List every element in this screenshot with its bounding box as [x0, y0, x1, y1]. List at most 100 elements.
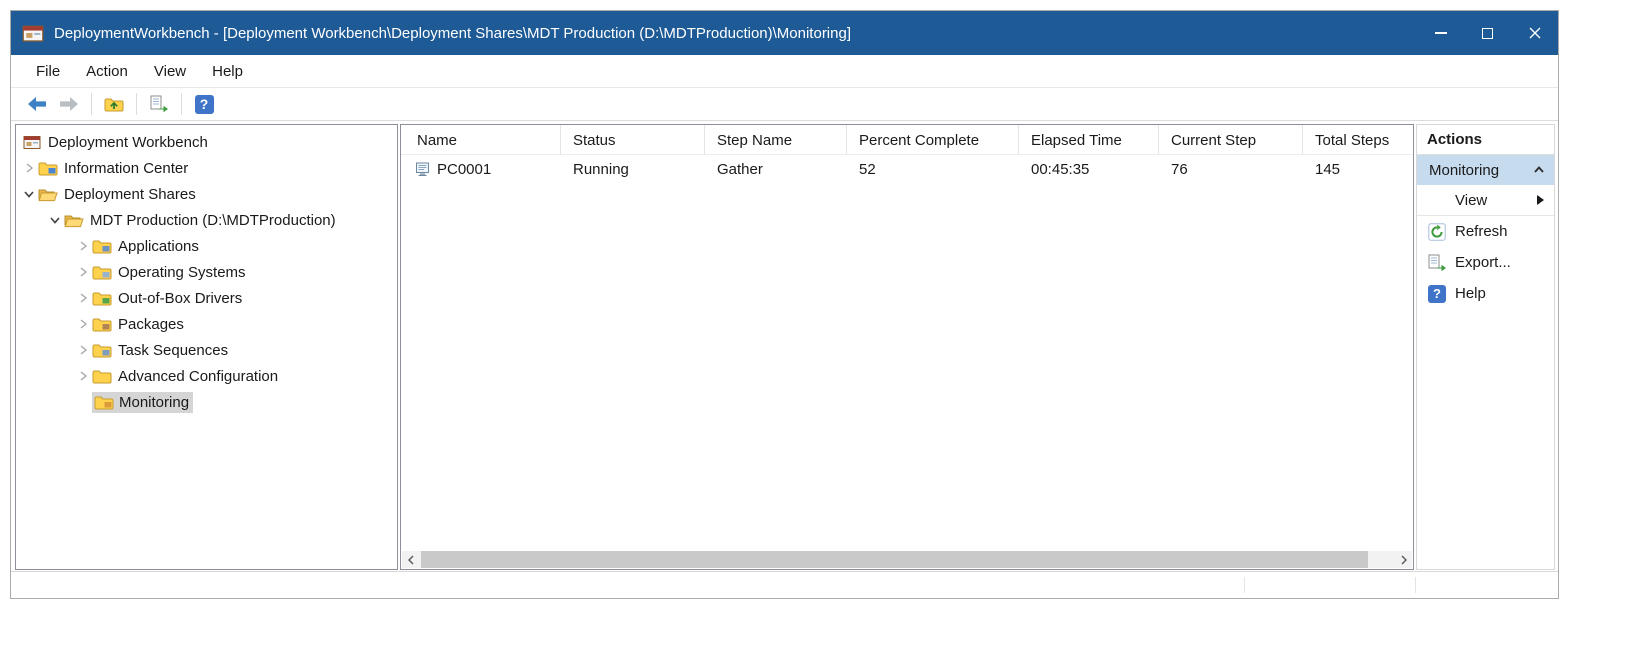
tree-item-monitoring[interactable]: Monitoring: [16, 389, 397, 415]
cell-total-steps: 145: [1303, 161, 1413, 178]
forward-icon: [60, 97, 78, 111]
scrollbar-thumb[interactable]: [421, 551, 1368, 568]
expand-chevron-icon[interactable]: [74, 263, 92, 281]
close-icon: [1529, 27, 1541, 39]
cell-elapsed-time: 00:45:35: [1019, 161, 1159, 178]
list-row-pc0001[interactable]: PC0001 Running Gather 52 00:45:35 76 145: [401, 155, 1413, 183]
tree-item-applications[interactable]: Applications: [16, 233, 397, 259]
action-label: Export...: [1455, 254, 1511, 271]
scroll-right-button[interactable]: [1395, 551, 1412, 568]
expand-chevron-icon[interactable]: [74, 367, 92, 385]
tree-item-label: Advanced Configuration: [118, 368, 278, 385]
scroll-right-icon: [1400, 555, 1408, 565]
menu-view[interactable]: View: [141, 55, 199, 87]
status-bar-divider: [1244, 577, 1245, 593]
cell-step-name: Gather: [705, 161, 847, 178]
collapse-chevron-icon[interactable]: [46, 211, 64, 229]
up-folder-icon: [104, 96, 124, 112]
tree-item-mdt-production[interactable]: MDT Production (D:\MDTProduction): [16, 207, 397, 233]
help-button[interactable]: [190, 91, 218, 118]
folder-icon: [92, 342, 112, 358]
tree-item-packages[interactable]: Packages: [16, 311, 397, 337]
folder-icon: [38, 160, 58, 176]
tree-item-label: Applications: [118, 238, 199, 255]
actions-pane-title: Actions: [1417, 125, 1554, 155]
folder-icon: [92, 316, 112, 332]
tree-item-advanced-configuration[interactable]: Advanced Configuration: [16, 363, 397, 389]
title-bar[interactable]: DeploymentWorkbench - [Deployment Workbe…: [11, 11, 1558, 55]
menu-help[interactable]: Help: [199, 55, 256, 87]
status-bar-divider: [1415, 577, 1416, 593]
folder-icon: [94, 394, 114, 410]
forward-button[interactable]: [55, 91, 83, 118]
column-header-step-name[interactable]: Step Name: [705, 125, 847, 154]
scroll-left-icon: [407, 555, 415, 565]
export-icon: [1427, 253, 1447, 272]
scroll-left-button[interactable]: [402, 551, 419, 568]
collapse-group-icon: [1533, 164, 1545, 176]
tree-item-label: Operating Systems: [118, 264, 246, 281]
expand-chevron-icon[interactable]: [74, 315, 92, 333]
expand-chevron-icon[interactable]: [74, 237, 92, 255]
export-list-button[interactable]: [145, 91, 173, 118]
action-view[interactable]: View: [1417, 185, 1554, 216]
tree-item-label: Task Sequences: [118, 342, 228, 359]
tree-item-label: Monitoring: [119, 394, 189, 411]
menu-file[interactable]: File: [23, 55, 73, 87]
open-folder-icon: [38, 186, 58, 202]
back-icon: [28, 97, 46, 111]
maximize-button[interactable]: [1464, 11, 1511, 55]
tree-item-deployment-workbench[interactable]: Deployment Workbench: [16, 129, 397, 155]
list-header: Name Status Step Name Percent Complete E…: [401, 125, 1413, 155]
console-tree-pane: Deployment Workbench Information Center …: [15, 124, 398, 570]
tree-item-label: Deployment Workbench: [48, 134, 208, 151]
horizontal-scrollbar[interactable]: [402, 551, 1412, 568]
tree-item-task-sequences[interactable]: Task Sequences: [16, 337, 397, 363]
tree-item-operating-systems[interactable]: Operating Systems: [16, 259, 397, 285]
expand-chevron-icon[interactable]: [74, 341, 92, 359]
submenu-arrow-icon: [1537, 195, 1544, 205]
column-header-percent-complete[interactable]: Percent Complete: [847, 125, 1019, 154]
actions-group-monitoring[interactable]: Monitoring: [1417, 155, 1554, 185]
toolbar: [11, 88, 1558, 121]
tree-item-information-center[interactable]: Information Center: [16, 155, 397, 181]
toolbar-separator: [91, 93, 92, 115]
export-list-icon: [149, 95, 169, 113]
column-header-name[interactable]: Name: [401, 125, 561, 154]
tree-item-out-of-box-drivers[interactable]: Out-of-Box Drivers: [16, 285, 397, 311]
cell-name: PC0001: [401, 161, 561, 178]
computer-icon: [415, 162, 431, 177]
action-label: Refresh: [1455, 223, 1508, 240]
action-label: View: [1455, 192, 1487, 209]
column-header-status[interactable]: Status: [561, 125, 705, 154]
tree-item-deployment-shares[interactable]: Deployment Shares: [16, 181, 397, 207]
window-title: DeploymentWorkbench - [Deployment Workbe…: [54, 25, 851, 42]
back-button[interactable]: [23, 91, 51, 118]
column-header-total-steps[interactable]: Total Steps: [1303, 125, 1413, 154]
help-icon: [195, 95, 214, 114]
column-header-elapsed-time[interactable]: Elapsed Time: [1019, 125, 1159, 154]
refresh-icon: [1427, 222, 1447, 241]
up-one-level-button[interactable]: [100, 91, 128, 118]
help-icon: [1427, 284, 1447, 303]
app-icon: [22, 23, 44, 43]
status-bar: [11, 571, 1558, 598]
collapse-chevron-icon[interactable]: [20, 185, 38, 203]
expand-chevron-icon[interactable]: [20, 159, 38, 177]
cell-name-text: PC0001: [437, 161, 491, 178]
action-export[interactable]: Export...: [1417, 247, 1554, 278]
close-button[interactable]: [1511, 11, 1558, 55]
expand-chevron-icon[interactable]: [74, 289, 92, 307]
tree-item-label: Deployment Shares: [64, 186, 196, 203]
column-header-current-step[interactable]: Current Step: [1159, 125, 1303, 154]
folder-icon: [92, 238, 112, 254]
folder-icon: [92, 368, 112, 384]
menu-action[interactable]: Action: [73, 55, 141, 87]
folder-icon: [92, 290, 112, 306]
tree-item-label: MDT Production (D:\MDTProduction): [90, 212, 336, 229]
console-root-icon: [22, 134, 42, 150]
action-refresh[interactable]: Refresh: [1417, 216, 1554, 247]
action-help[interactable]: Help: [1417, 278, 1554, 309]
minimize-button[interactable]: [1417, 11, 1464, 55]
cell-status: Running: [561, 161, 705, 178]
